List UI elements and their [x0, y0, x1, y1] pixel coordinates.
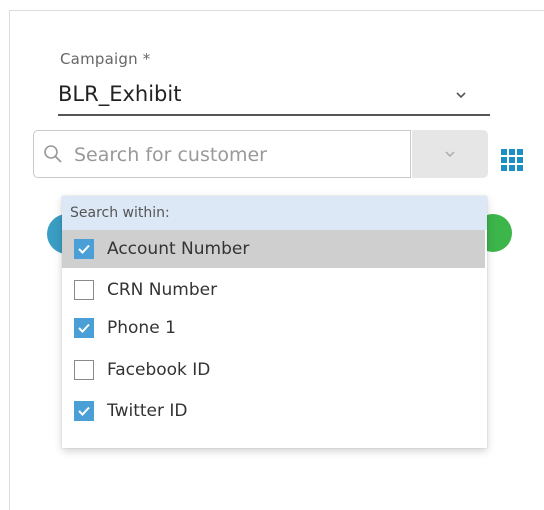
checkmark-icon: [78, 406, 90, 416]
option-account-number[interactable]: Account Number: [62, 230, 485, 268]
checkmark-icon: [78, 244, 90, 254]
chevron-down-icon: [445, 151, 455, 158]
search-within-dropdown: Search within: Account Number CRN Number…: [62, 196, 487, 448]
option-phone-1[interactable]: Phone 1: [62, 309, 487, 347]
option-label: CRN Number: [107, 280, 218, 300]
search-input[interactable]: Search for customer: [33, 130, 411, 178]
option-facebook-id[interactable]: Facebook ID: [62, 351, 487, 389]
option-label: Phone 1: [107, 318, 176, 338]
checkbox[interactable]: [74, 318, 94, 338]
checkmark-icon: [78, 323, 90, 333]
checkbox[interactable]: [74, 401, 94, 421]
checkbox[interactable]: [74, 280, 94, 300]
campaign-underline: [58, 114, 490, 116]
chevron-down-icon[interactable]: [450, 84, 472, 106]
dropdown-header-label: Search within:: [70, 205, 170, 221]
search-field-dropdown-button[interactable]: [412, 130, 488, 178]
checkbox[interactable]: [74, 360, 94, 380]
campaign-select[interactable]: BLR_Exhibit: [58, 82, 181, 106]
search-placeholder: Search for customer: [74, 144, 267, 166]
option-label: Twitter ID: [107, 401, 188, 421]
dropdown-header: Search within:: [62, 196, 487, 230]
grid-icon[interactable]: [500, 148, 524, 172]
campaign-label: Campaign *: [60, 50, 151, 68]
option-label: Account Number: [107, 239, 250, 259]
search-icon: [42, 143, 64, 165]
checkbox[interactable]: [74, 239, 94, 259]
option-label: Facebook ID: [107, 360, 211, 380]
option-twitter-id[interactable]: Twitter ID: [62, 392, 487, 430]
option-crn-number[interactable]: CRN Number: [62, 271, 487, 309]
